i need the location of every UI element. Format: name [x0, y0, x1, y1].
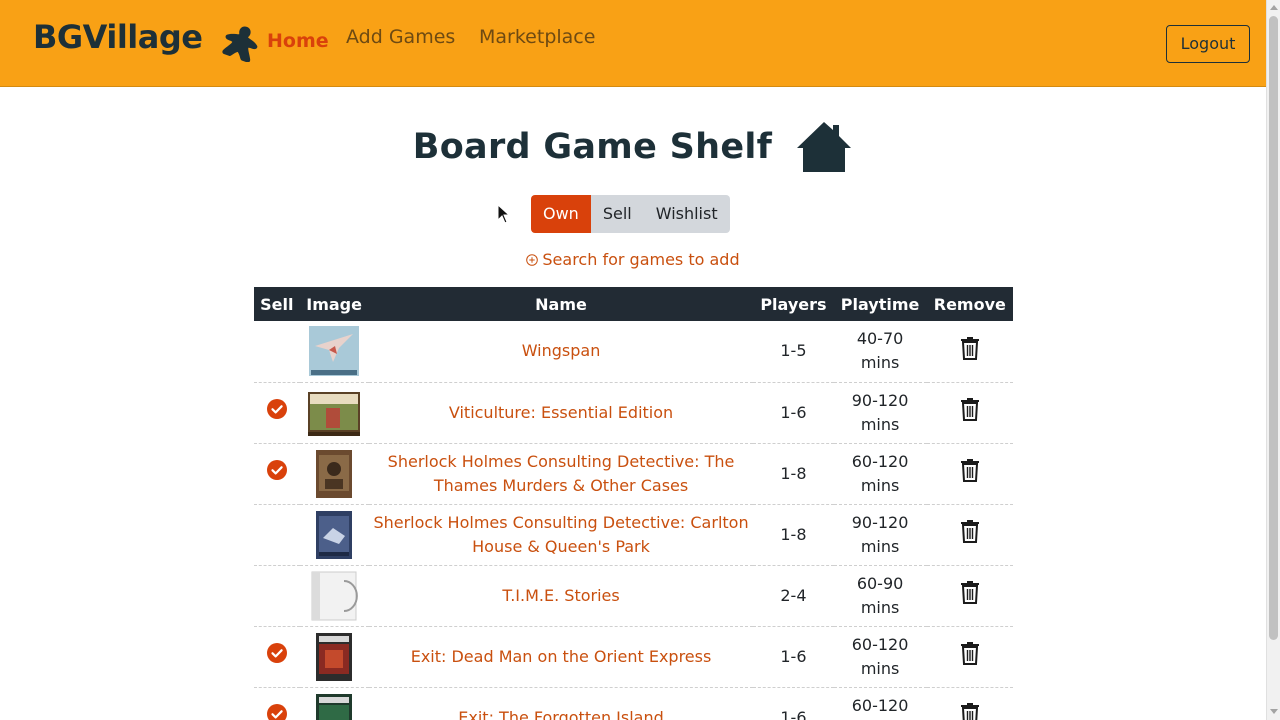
- tab-sell[interactable]: Sell: [590, 195, 644, 233]
- search-games-label[interactable]: Search for games to add: [542, 250, 739, 269]
- header-playtime: Playtime: [833, 287, 927, 321]
- players-cell: 1-5: [753, 321, 834, 383]
- table-row: Viticulture: Essential Edition 1-6 90-12…: [254, 382, 1013, 444]
- remove-cell: [926, 504, 1013, 566]
- players-cell: 1-8: [753, 443, 834, 505]
- scrollbar[interactable]: [1266, 0, 1280, 720]
- image-cell: [299, 443, 369, 505]
- check-circle-icon[interactable]: [266, 643, 287, 663]
- sell-cell: [254, 321, 300, 383]
- playtime-cell: 40-70 mins: [833, 321, 927, 383]
- image-cell: [299, 626, 369, 688]
- game-name-link[interactable]: Sherlock Holmes Consulting Detective: Th…: [368, 443, 754, 505]
- trash-icon[interactable]: [960, 641, 980, 665]
- trash-icon[interactable]: [960, 580, 980, 604]
- trash-icon[interactable]: [960, 458, 980, 482]
- table-header-row: Sell Image Name Players Playtime Remove: [254, 287, 1013, 321]
- image-cell: [299, 687, 369, 720]
- players-cell: 1-6: [753, 626, 834, 688]
- brand-logo[interactable]: BGVillage: [33, 18, 203, 56]
- game-name-link[interactable]: Wingspan: [368, 321, 754, 383]
- check-circle-icon[interactable]: [266, 704, 287, 720]
- game-thumbnail[interactable]: [310, 571, 358, 621]
- game-thumbnail[interactable]: [315, 632, 353, 682]
- shelf-tabs: Own Sell Wishlist: [531, 195, 730, 233]
- playtime-cell: 90-120 mins: [833, 504, 927, 566]
- tab-wishlist[interactable]: Wishlist: [643, 195, 730, 233]
- game-thumbnail[interactable]: [315, 510, 353, 560]
- header-remove: Remove: [926, 287, 1013, 321]
- header-image: Image: [299, 287, 369, 321]
- table-row: Exit: Dead Man on the Orient Express 1-6…: [254, 626, 1013, 688]
- nav-home[interactable]: Home: [267, 30, 329, 52]
- game-name-link[interactable]: T.I.M.E. Stories: [368, 565, 754, 627]
- title-row: Board Game Shelf: [0, 120, 1266, 174]
- game-name-link[interactable]: Viticulture: Essential Edition: [368, 382, 754, 444]
- playtime-cell: 60-120 mins: [833, 443, 927, 505]
- scroll-thumb[interactable]: [1269, 16, 1278, 640]
- trash-icon[interactable]: [960, 702, 980, 720]
- playtime-cell: 60-120 mins: [833, 687, 927, 720]
- header-sell: Sell: [254, 287, 300, 321]
- game-thumbnail[interactable]: [315, 449, 353, 499]
- playtime-cell: 60-120 mins: [833, 626, 927, 688]
- sell-cell: [254, 382, 300, 444]
- game-thumbnail[interactable]: [306, 388, 362, 438]
- page-title: Board Game Shelf: [412, 127, 773, 167]
- trash-icon[interactable]: [960, 397, 980, 421]
- table-row: Wingspan 1-5 40-70 mins: [254, 321, 1013, 383]
- players-cell: 1-6: [753, 687, 834, 720]
- house-icon: [797, 122, 852, 172]
- header-name: Name: [368, 287, 754, 321]
- remove-cell: [926, 443, 1013, 505]
- remove-cell: [926, 687, 1013, 720]
- sell-cell: [254, 687, 300, 720]
- trash-icon[interactable]: [960, 336, 980, 360]
- remove-cell: [926, 565, 1013, 627]
- image-cell: [299, 565, 369, 627]
- nav-add-games[interactable]: Add Games: [346, 26, 455, 48]
- game-name-link[interactable]: Sherlock Holmes Consulting Detective: Ca…: [368, 504, 754, 566]
- image-cell: [299, 382, 369, 444]
- image-cell: [299, 321, 369, 383]
- remove-cell: [926, 382, 1013, 444]
- players-cell: 1-8: [753, 504, 834, 566]
- game-thumbnail[interactable]: [315, 693, 353, 720]
- players-cell: 1-6: [753, 382, 834, 444]
- check-circle-icon[interactable]: [266, 460, 287, 480]
- meeple-icon: [222, 26, 258, 62]
- sell-cell: [254, 504, 300, 566]
- check-circle-icon[interactable]: [266, 399, 287, 419]
- table-row: T.I.M.E. Stories 2-4 60-90 mins: [254, 565, 1013, 627]
- plus-circle-icon: [526, 254, 539, 266]
- trash-icon[interactable]: [960, 519, 980, 543]
- logout-button[interactable]: Logout: [1166, 25, 1250, 63]
- table-row: Sherlock Holmes Consulting Detective: Th…: [254, 443, 1013, 505]
- mouse-cursor-icon: [497, 204, 511, 224]
- scroll-down-icon[interactable]: [1270, 709, 1278, 714]
- image-cell: [299, 504, 369, 566]
- table-row: Exit: The Forgotten Island 1-6 60-120 mi…: [254, 687, 1013, 720]
- nav-marketplace[interactable]: Marketplace: [479, 26, 595, 48]
- header-players: Players: [753, 287, 834, 321]
- scroll-up-icon[interactable]: [1270, 5, 1278, 10]
- sell-cell: [254, 443, 300, 505]
- game-thumbnail[interactable]: [309, 326, 360, 377]
- playtime-cell: 60-90 mins: [833, 565, 927, 627]
- search-games-link[interactable]: Search for games to add: [0, 250, 1266, 269]
- remove-cell: [926, 626, 1013, 688]
- playtime-cell: 90-120 mins: [833, 382, 927, 444]
- sell-cell: [254, 626, 300, 688]
- sell-cell: [254, 565, 300, 627]
- remove-cell: [926, 321, 1013, 383]
- game-name-link[interactable]: Exit: The Forgotten Island: [368, 687, 754, 720]
- game-name-link[interactable]: Exit: Dead Man on the Orient Express: [368, 626, 754, 688]
- games-table: Sell Image Name Players Playtime Remove …: [254, 287, 1013, 720]
- tab-own[interactable]: Own: [531, 195, 591, 233]
- navbar: BGVillage Home Add Games Marketplace Log…: [0, 0, 1266, 87]
- table-row: Sherlock Holmes Consulting Detective: Ca…: [254, 504, 1013, 566]
- players-cell: 2-4: [753, 565, 834, 627]
